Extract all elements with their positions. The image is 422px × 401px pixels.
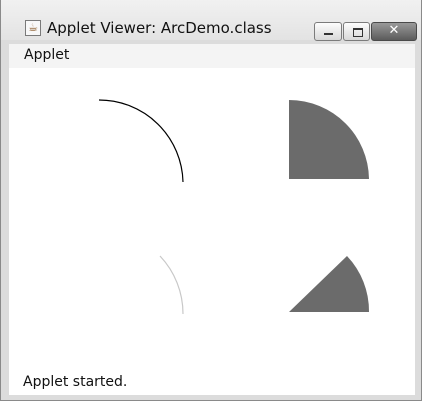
filled-quarter-arc [289, 100, 369, 179]
status-bar: Applet started. [9, 368, 415, 395]
close-icon: ✕ [388, 23, 400, 38]
menu-applet[interactable]: Applet [24, 47, 69, 63]
arc-drawing [98, 99, 370, 315]
java-coffee-cup-icon: ☕ [25, 20, 41, 36]
minimize-button[interactable] [314, 22, 342, 41]
title-bar[interactable]: ☕ Applet Viewer: ArcDemo.class ✕ [1, 0, 421, 41]
outline-arc [98, 99, 184, 183]
maximize-icon [353, 28, 363, 37]
close-button[interactable]: ✕ [371, 22, 417, 41]
filled-wedge-arc [289, 256, 370, 312]
applet-canvas [9, 68, 415, 368]
status-text: Applet started. [23, 374, 128, 390]
maximize-button[interactable] [343, 22, 370, 41]
applet-viewer-window: ☕ Applet Viewer: ArcDemo.class ✕ Applet … [0, 0, 422, 401]
light-outline-arc [159, 255, 184, 315]
window-title: Applet Viewer: ArcDemo.class [47, 19, 272, 37]
menu-bar: Applet [9, 44, 415, 68]
minimize-icon [324, 33, 333, 35]
